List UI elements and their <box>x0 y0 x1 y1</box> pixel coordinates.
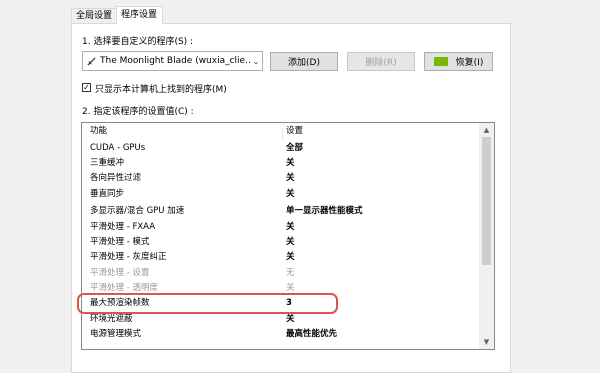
row-setting: 关 <box>286 314 295 324</box>
highlight-annotation <box>77 293 338 314</box>
row-setting: 最高性能优先 <box>286 329 338 339</box>
column-header-setting[interactable]: 设置 <box>286 126 303 137</box>
row-feature: 平滑处理 - 设置 <box>90 268 150 278</box>
chevron-down-icon[interactable]: ⌄ <box>250 57 262 66</box>
row-setting: 关 <box>286 158 295 168</box>
table-row[interactable]: 平滑处理 - 模式 关 <box>82 237 480 248</box>
row-feature: 各向异性过滤 <box>90 173 142 183</box>
row-feature: 垂直同步 <box>90 189 125 199</box>
sword-icon <box>87 56 96 66</box>
table-row[interactable]: CUDA - GPUs 全部 <box>82 143 480 154</box>
row-feature: CUDA - GPUs <box>90 143 146 153</box>
delete-button[interactable]: 删除(R) <box>347 52 415 71</box>
row-setting: 全部 <box>286 143 304 153</box>
table-row[interactable]: 平滑处理 - FXAA 关 <box>82 222 480 233</box>
add-button[interactable]: 添加(D) <box>270 52 338 71</box>
row-feature: 平滑处理 - FXAA <box>90 222 156 232</box>
step1-label: 1. 选择要自定义的程序(S) : <box>82 37 194 47</box>
row-setting: 关 <box>286 173 295 183</box>
row-setting: 单一显示器性能模式 <box>286 206 363 216</box>
table-row[interactable]: 平滑处理 - 灰度纠正 关 <box>82 252 480 263</box>
scroll-down-icon[interactable]: ▼ <box>479 335 494 349</box>
program-select[interactable]: The Moonlight Blade (wuxia_clie... ⌄ <box>82 51 263 71</box>
settings-list[interactable]: 功能 设置 CUDA - GPUs 全部 三重缓冲关 各向异性过滤关 垂直同步关 … <box>81 122 495 350</box>
show-found-programs-checkbox[interactable]: ✓ <box>82 83 91 92</box>
tab-global-settings[interactable]: 全局设置 <box>71 8 117 22</box>
column-header-feature[interactable]: 功能 <box>90 126 107 137</box>
nvidia-logo-icon <box>433 57 448 66</box>
table-row[interactable]: 平滑处理 - 设置 无 <box>82 268 480 279</box>
program-select-value: The Moonlight Blade (wuxia_clie... <box>100 56 250 66</box>
row-setting: 关 <box>286 237 295 247</box>
row-feature: 电源管理模式 <box>90 329 142 339</box>
list-header: 功能 设置 <box>82 126 480 140</box>
row-feature: 多显示器/混合 GPU 加速 <box>90 206 185 216</box>
scrollbar-thumb[interactable] <box>482 137 491 265</box>
vertical-scrollbar[interactable]: ▲ ▼ <box>479 123 494 349</box>
row-feature: 平滑处理 - 模式 <box>90 237 150 247</box>
restore-button[interactable]: 恢复(I) <box>424 52 493 71</box>
restore-button-label: 恢复(I) <box>455 58 484 68</box>
table-row[interactable]: 各向异性过滤 关 <box>82 173 480 184</box>
row-feature: 平滑处理 - 灰度纠正 <box>90 252 167 262</box>
table-row[interactable]: 三重缓冲 关 <box>82 158 480 169</box>
row-feature: 环境光遮蔽 <box>90 314 133 324</box>
table-row[interactable]: 多显示器/混合 GPU 加速 单一显示器性能模式 <box>82 206 480 217</box>
row-feature: 三重缓冲 <box>90 158 125 168</box>
table-row[interactable]: 垂直同步 关 <box>82 189 480 200</box>
row-setting: 关 <box>286 189 295 199</box>
step2-label: 2. 指定该程序的设置值(C) : <box>82 107 194 117</box>
row-setting: 关 <box>286 252 295 262</box>
table-row[interactable]: 环境光遮蔽 关 <box>82 314 480 325</box>
row-setting: 关 <box>286 222 295 232</box>
show-found-programs-label: 只显示本计算机上找到的程序(M) <box>95 85 227 95</box>
scroll-up-icon[interactable]: ▲ <box>479 123 494 137</box>
row-setting: 无 <box>286 268 295 278</box>
table-row[interactable]: 电源管理模式 最高性能优先 <box>82 329 480 340</box>
column-divider[interactable] <box>282 128 283 140</box>
tab-program-settings[interactable]: 程序设置 <box>116 6 163 24</box>
